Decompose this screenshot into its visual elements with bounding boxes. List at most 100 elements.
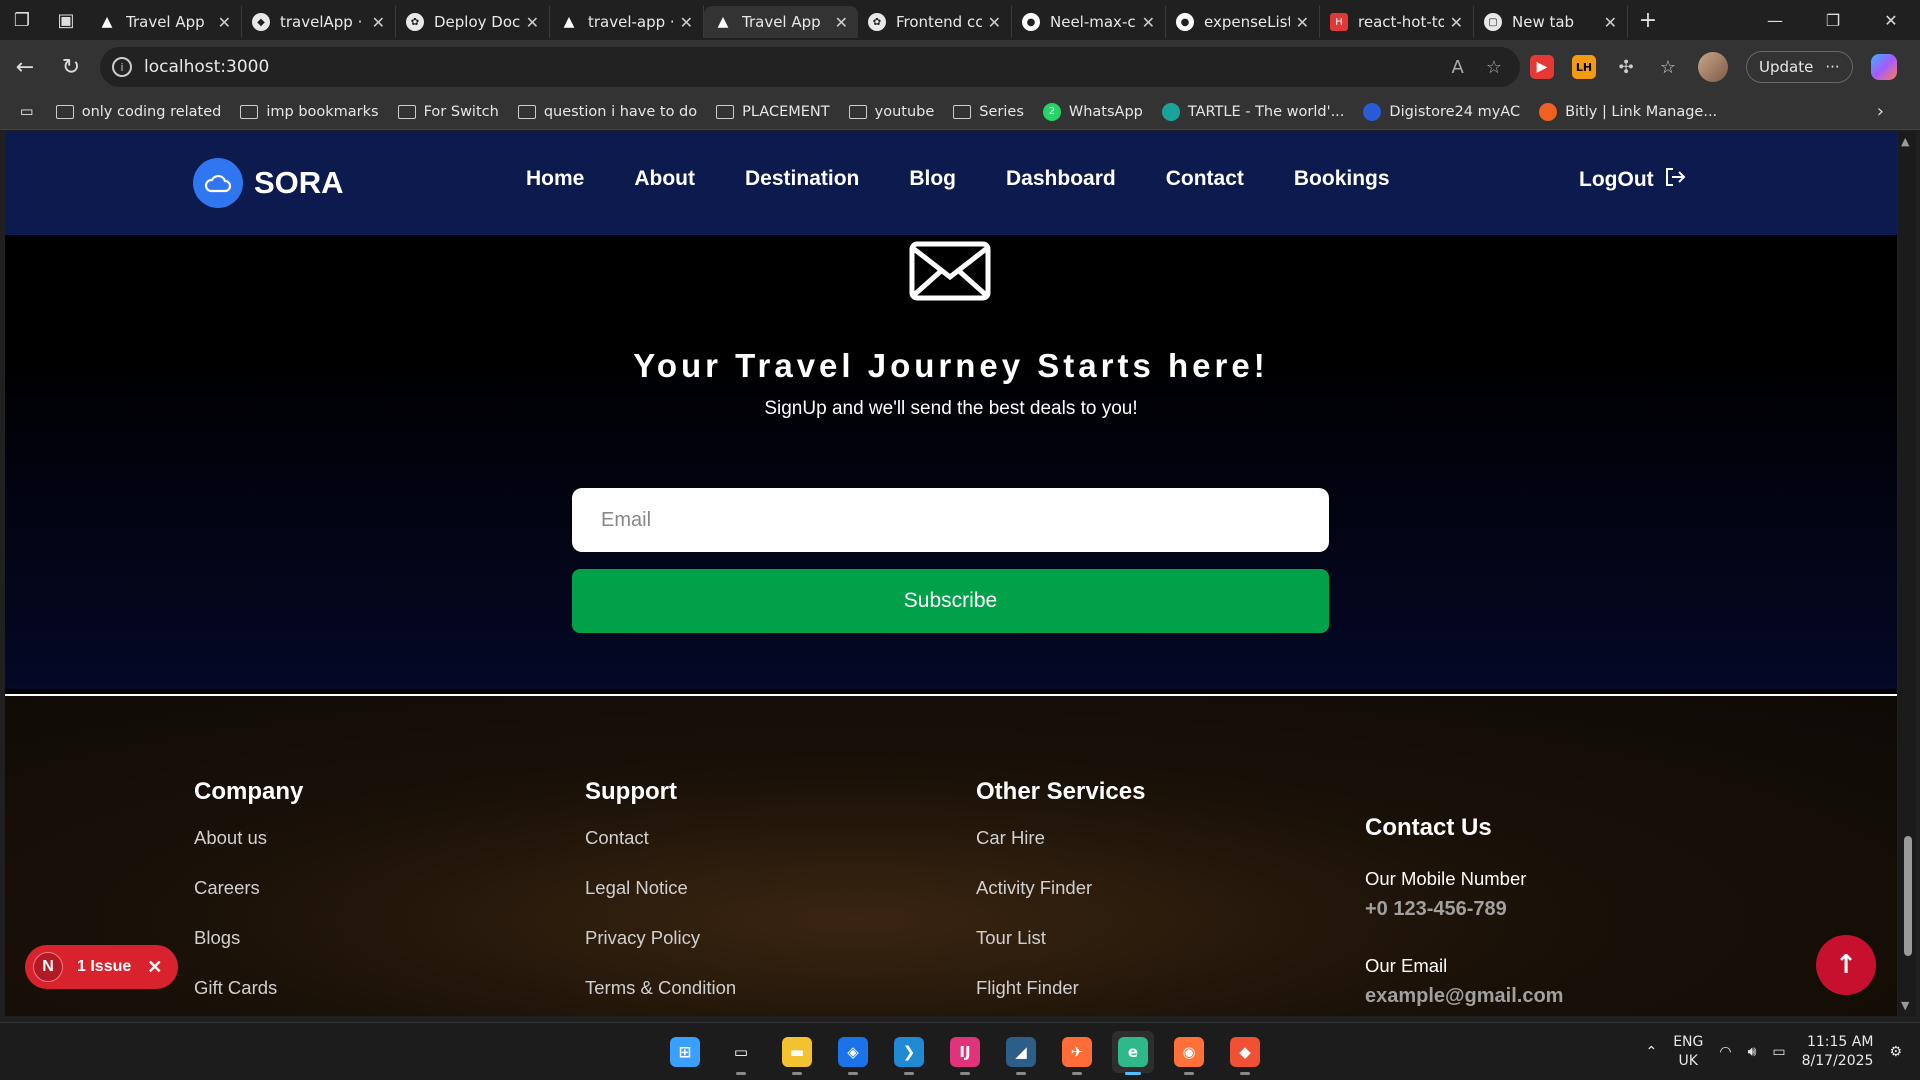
footer-link-privacy-policy[interactable]: Privacy Policy [585,927,736,977]
email-value[interactable]: example@gmail.com [1365,985,1563,1008]
restore-icon[interactable]: ❐ [1804,0,1862,40]
workspaces-icon[interactable]: ❐ [0,0,44,40]
tray-overflow-icon[interactable]: ⌃ [1645,1044,1657,1060]
footer-link-legal-notice[interactable]: Legal Notice [585,877,736,927]
copilot-icon[interactable] [1870,54,1897,80]
nav-link-blog[interactable]: Blog [909,167,956,191]
footer-link-gift-cards[interactable]: Gift Cards [194,977,303,1016]
issue-count-label[interactable]: 1 Issue [77,958,131,976]
scrollbar-thumb[interactable] [1904,836,1912,956]
close-tab-icon[interactable]: ✕ [1604,13,1617,32]
new-tab-button[interactable]: + [1628,8,1668,33]
tab-8[interactable]: Hreact-hot-to ✕ [1320,6,1474,38]
logout-button[interactable]: LogOut [1579,167,1686,193]
tab-1[interactable]: ◆ travelApp · ✕ [242,6,396,38]
postman-icon[interactable]: ✈ [1056,1031,1098,1075]
url-box[interactable]: i localhost:3000 A ☆ [100,47,1520,87]
notifications-icon[interactable]: ⚙ [1889,1044,1902,1060]
close-tab-icon[interactable]: ✕ [835,13,848,32]
bookmark-5[interactable]: youtube [848,103,934,121]
task-manager-icon[interactable]: ▭ [720,1031,762,1075]
battery-icon[interactable]: ▭ [1772,1044,1785,1060]
edge-icon[interactable]: e [1112,1031,1154,1075]
tab-2[interactable]: ✿ Deploy Doc ✕ [396,6,550,38]
reading-list-icon[interactable]: ▭ [20,104,34,120]
close-tab-icon[interactable]: ✕ [1450,13,1463,32]
git-icon[interactable]: ◆ [1224,1031,1266,1075]
vertical-tabs-icon[interactable]: ▣ [44,0,88,40]
file-explorer-icon[interactable]: ▬ [776,1031,818,1075]
favorites-icon[interactable]: ☆ [1656,55,1680,79]
page-scrollbar[interactable]: ▲ ▼ [1898,131,1916,1016]
language-indicator[interactable]: ENG UK [1673,1033,1703,1071]
bookmark-0[interactable]: only coding related [55,103,221,121]
footer-link-flight-finder[interactable]: Flight Finder [976,977,1145,1016]
footer-link-careers[interactable]: Careers [194,877,303,927]
nextjs-issue-badge[interactable]: N 1 Issue ✕ [25,945,178,989]
bookmark-1[interactable]: imp bookmarks [240,103,379,121]
footer-link-tour-list[interactable]: Tour List [976,927,1145,977]
windows-start-icon[interactable]: ⊞ [664,1031,706,1073]
nav-link-about[interactable]: About [634,167,695,191]
close-tab-icon[interactable]: ✕ [988,13,1001,32]
scroll-up-icon[interactable]: ▲ [1901,135,1909,148]
nav-link-home[interactable]: Home [526,167,584,191]
close-tab-icon[interactable]: ✕ [680,13,693,32]
nav-link-destination[interactable]: Destination [745,167,859,191]
footer-link-car-hire[interactable]: Car Hire [976,827,1145,877]
bookmark-3[interactable]: question i have to do [517,103,697,121]
firefox-icon[interactable]: ◉ [1168,1031,1210,1075]
tab-7[interactable]: ● expenseList ✕ [1166,6,1320,38]
bookmark-9[interactable]: Digistore24 myAC [1363,102,1520,121]
bookmark-6[interactable]: Series [953,103,1024,121]
footer-link-activity-finder[interactable]: Activity Finder [976,877,1145,927]
footer-link-terms-condition[interactable]: Terms & Condition [585,977,736,1016]
subscribe-button[interactable]: Subscribe [572,569,1329,633]
bookmark-7[interactable]: 2 WhatsApp [1042,102,1143,121]
tab-0[interactable]: ▲ Travel App ✕ [88,6,242,38]
nav-link-dashboard[interactable]: Dashboard [1006,167,1116,191]
favorite-star-icon[interactable]: ☆ [1486,57,1502,78]
update-button[interactable]: Update ··· [1746,51,1853,83]
footer-link-about-us[interactable]: About us [194,827,303,877]
back-icon[interactable]: ← [2,44,48,90]
close-issue-icon[interactable]: ✕ [147,957,162,978]
azure-data-studio-icon[interactable]: ◈ [832,1031,874,1075]
footer-link-contact[interactable]: Contact [585,827,736,877]
youtube-ext-icon[interactable]: ▶ [1530,55,1554,79]
site-logo[interactable]: SORA [193,158,344,208]
profile-avatar[interactable] [1698,52,1728,82]
mysql-workbench-icon[interactable]: ◢ [1000,1031,1042,1075]
bookmark-2[interactable]: For Switch [397,103,499,121]
minimize-icon[interactable]: — [1746,0,1804,40]
vscode-icon[interactable]: ❯ [888,1031,930,1075]
bookmark-10[interactable]: Bitly | Link Manage... [1539,102,1717,121]
read-aloud-icon[interactable]: A [1452,57,1464,78]
intellij-icon[interactable]: IJ [944,1031,986,1075]
wifi-icon[interactable]: ◠ [1719,1044,1731,1060]
close-tab-icon[interactable]: ✕ [1296,13,1309,32]
tab-6[interactable]: ● Neel-max-c ✕ [1012,6,1166,38]
tab-9[interactable]: ▢ New tab ✕ [1474,6,1628,38]
site-info-icon[interactable]: i [112,57,132,77]
tab-4[interactable]: ▲ Travel App ✕ [704,6,858,38]
reload-icon[interactable]: ↻ [48,44,94,90]
close-tab-icon[interactable]: ✕ [526,13,539,32]
close-tab-icon[interactable]: ✕ [372,13,385,32]
nav-link-contact[interactable]: Contact [1166,167,1244,191]
close-tab-icon[interactable]: ✕ [218,13,231,32]
clock[interactable]: 11:15 AM 8/17/2025 [1802,1033,1874,1071]
extensions-puzzle-icon[interactable]: ✣ [1614,55,1638,79]
tab-5[interactable]: ✿ Frontend cc ✕ [858,6,1012,38]
close-window-icon[interactable]: ✕ [1862,0,1920,40]
email-input[interactable] [572,488,1329,552]
bookmarks-overflow-icon[interactable]: › [1877,101,1884,122]
bookmark-4[interactable]: PLACEMENT [716,103,830,121]
tab-3[interactable]: ▲ travel-app · ✕ [550,6,704,38]
lighthouse-ext-icon[interactable]: LH [1572,55,1596,79]
volume-icon[interactable]: 🔊︎ [1748,1044,1757,1060]
close-tab-icon[interactable]: ✕ [1142,13,1155,32]
scroll-to-top-button[interactable]: ↑ [1816,935,1876,995]
more-menu-icon[interactable]: ··· [1825,58,1839,76]
footer-link-blogs[interactable]: Blogs [194,927,303,977]
